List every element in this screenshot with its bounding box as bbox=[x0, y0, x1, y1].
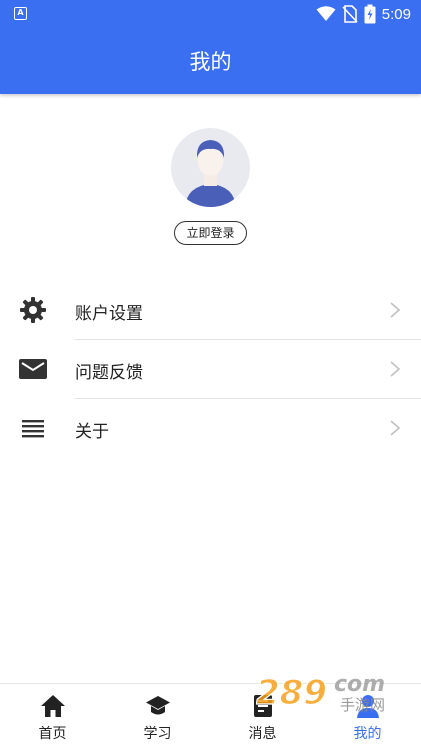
svg-text:手游网: 手游网 bbox=[340, 696, 385, 712]
watermark-logo: 289 com 手游网 bbox=[256, 672, 385, 712]
chevron-right-icon bbox=[390, 302, 401, 318]
no-sim-icon bbox=[342, 5, 358, 23]
menu-item-label: 问题反馈 bbox=[75, 363, 143, 383]
menu-item-label: 账户设置 bbox=[75, 304, 143, 324]
tab-home[interactable]: 首页 bbox=[0, 684, 105, 748]
graduation-cap-icon bbox=[146, 696, 170, 715]
page-title: 我的 bbox=[189, 50, 232, 74]
chevron-right-icon bbox=[390, 361, 401, 377]
svg-text:com: com bbox=[334, 672, 385, 697]
menu-item-about[interactable]: 关于 bbox=[0, 399, 421, 458]
avatar[interactable] bbox=[171, 128, 250, 207]
clock-time: 5:09 bbox=[381, 5, 411, 23]
menu-item-label: 关于 bbox=[75, 422, 109, 442]
menu-item-account-settings[interactable]: 账户设置 bbox=[0, 281, 421, 340]
tab-label: 首页 bbox=[38, 726, 67, 742]
menu-item-feedback[interactable]: 问题反馈 bbox=[0, 340, 421, 399]
status-bar: A 5:09 bbox=[0, 0, 421, 28]
screen: A 5:09 我的 立即登录 账户设置 问题反馈 关于 首页 学习 消息 我的 … bbox=[0, 0, 421, 748]
app-header: A 5:09 我的 bbox=[0, 0, 421, 94]
tab-label: 学习 bbox=[143, 726, 172, 742]
tab-label: 我的 bbox=[353, 726, 382, 742]
wifi-icon bbox=[316, 6, 336, 21]
tab-label: 消息 bbox=[248, 726, 277, 742]
svg-text:289: 289 bbox=[256, 673, 327, 712]
list-icon bbox=[22, 420, 44, 438]
login-button[interactable]: 立即登录 bbox=[174, 221, 247, 245]
tab-study[interactable]: 学习 bbox=[105, 684, 210, 748]
chevron-right-icon bbox=[390, 420, 401, 436]
gear-icon bbox=[20, 297, 46, 323]
user-avatar-icon bbox=[185, 140, 236, 207]
app-notification-icon: A bbox=[14, 7, 27, 20]
status-icons: 5:09 bbox=[316, 3, 411, 25]
home-icon bbox=[41, 695, 65, 717]
mail-icon bbox=[19, 359, 47, 379]
battery-charging-icon bbox=[364, 4, 376, 24]
